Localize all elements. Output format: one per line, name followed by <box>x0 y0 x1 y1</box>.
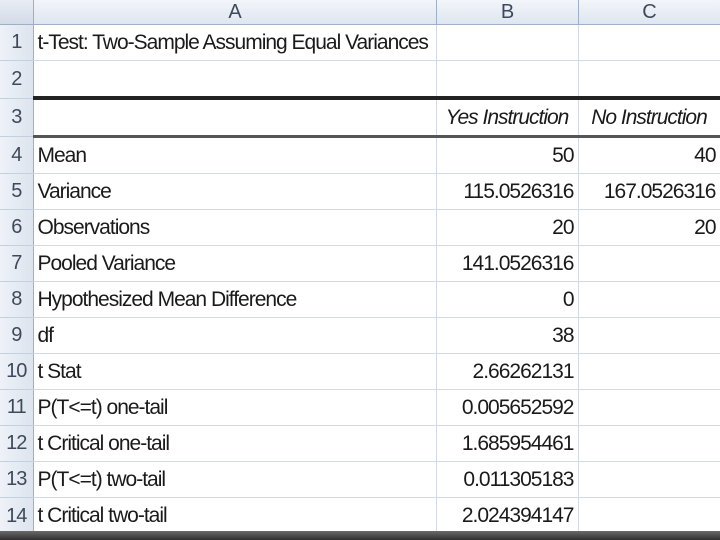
cell-b9[interactable]: 38 <box>436 317 579 354</box>
cell-b10[interactable]: 2.66262131 <box>436 353 579 390</box>
row-header[interactable]: 2 <box>0 60 34 99</box>
column-header-c[interactable]: C <box>578 0 720 25</box>
cell-c6[interactable]: 20 <box>578 209 720 246</box>
cell-a4[interactable]: Mean <box>33 136 437 174</box>
cell-b8[interactable]: 0 <box>436 281 579 318</box>
column-header-b[interactable]: B <box>436 0 579 25</box>
table-row: 7 Pooled Variance 141.0526316 <box>0 245 720 282</box>
cell-c1[interactable] <box>578 24 720 61</box>
table-row: 11 P(T<=t) one-tail 0.005652592 <box>0 389 720 426</box>
row-header[interactable]: 9 <box>0 317 34 354</box>
row-header[interactable]: 12 <box>0 425 34 462</box>
cell-a12[interactable]: t Critical one-tail <box>33 425 437 462</box>
cell-c13[interactable] <box>578 461 720 498</box>
cell-c5[interactable]: 167.0526316 <box>578 173 720 210</box>
cell-a13[interactable]: P(T<=t) two-tail <box>33 461 437 498</box>
cell-b11[interactable]: 0.005652592 <box>436 389 579 426</box>
column-header-row: A B C <box>0 0 720 25</box>
cell-grid: A B C 1 t-Test: Two-Sample Assuming Equa… <box>0 0 720 537</box>
cell-a9[interactable]: df <box>33 317 437 354</box>
row-header[interactable]: 13 <box>0 461 34 498</box>
cell-b5[interactable]: 115.0526316 <box>436 173 579 210</box>
cell-a8[interactable]: Hypothesized Mean Difference <box>33 281 437 318</box>
table-row: 12 t Critical one-tail 1.685954461 <box>0 425 720 462</box>
table-row: 9 df 38 <box>0 317 720 354</box>
row-header[interactable]: 11 <box>0 389 34 426</box>
row-header[interactable]: 8 <box>0 281 34 318</box>
cell-a11[interactable]: P(T<=t) one-tail <box>33 389 437 426</box>
cell-b4[interactable]: 50 <box>436 136 579 174</box>
cell-b7[interactable]: 141.0526316 <box>436 245 579 282</box>
cell-b13[interactable]: 0.011305183 <box>436 461 579 498</box>
cell-a1[interactable]: t-Test: Two-Sample Assuming Equal Varian… <box>33 24 437 61</box>
cell-c10[interactable] <box>578 353 720 390</box>
cell-b12[interactable]: 1.685954461 <box>436 425 579 462</box>
cell-a6[interactable]: Observations <box>33 209 437 246</box>
table-row: 13 P(T<=t) two-tail 0.011305183 <box>0 461 720 498</box>
row-header[interactable]: 6 <box>0 209 34 246</box>
cell-c4[interactable]: 40 <box>578 136 720 174</box>
row-header[interactable]: 4 <box>0 136 34 174</box>
cell-c11[interactable] <box>578 389 720 426</box>
cell-a14[interactable]: t Critical two-tail <box>33 497 437 537</box>
cell-c9[interactable] <box>578 317 720 354</box>
row-header[interactable]: 1 <box>0 24 34 61</box>
cell-c7[interactable] <box>578 245 720 282</box>
row-header[interactable]: 3 <box>0 98 34 137</box>
cell-a3[interactable] <box>33 96 437 138</box>
cell-a7[interactable]: Pooled Variance <box>33 245 437 282</box>
cell-b14[interactable]: 2.024394147 <box>436 497 579 537</box>
cell-a5[interactable]: Variance <box>33 173 437 210</box>
table-row: 10 t Stat 2.66262131 <box>0 353 720 390</box>
cell-b2[interactable] <box>436 60 579 99</box>
row-header[interactable]: 10 <box>0 353 34 390</box>
row-header[interactable]: 7 <box>0 245 34 282</box>
select-all-corner[interactable] <box>0 0 34 25</box>
cell-b6[interactable]: 20 <box>436 209 579 246</box>
cell-a10[interactable]: t Stat <box>33 353 437 390</box>
column-header-a[interactable]: A <box>33 0 437 25</box>
table-row: 4 Mean 50 40 <box>0 136 720 174</box>
spreadsheet: A B C 1 t-Test: Two-Sample Assuming Equa… <box>0 0 720 540</box>
table-row: 3 Yes Instruction No Instruction <box>0 96 720 138</box>
table-row: 1 t-Test: Two-Sample Assuming Equal Vari… <box>0 24 720 61</box>
cell-b1[interactable] <box>436 24 579 61</box>
cell-a2[interactable] <box>33 60 437 99</box>
cell-c8[interactable] <box>578 281 720 318</box>
table-row: 8 Hypothesized Mean Difference 0 <box>0 281 720 318</box>
table-row: 14 t Critical two-tail 2.024394147 <box>0 497 720 537</box>
row-header[interactable]: 5 <box>0 173 34 210</box>
table-row: 6 Observations 20 20 <box>0 209 720 246</box>
table-row: 2 <box>0 60 720 99</box>
row-header[interactable]: 14 <box>0 497 34 536</box>
cell-b3[interactable]: Yes Instruction <box>436 96 579 138</box>
cell-c14[interactable] <box>578 497 720 537</box>
cell-c3[interactable]: No Instruction <box>578 96 720 138</box>
cell-c12[interactable] <box>578 425 720 462</box>
table-row: 5 Variance 115.0526316 167.0526316 <box>0 173 720 210</box>
cell-c2[interactable] <box>578 60 720 99</box>
bottom-border-bar <box>0 531 720 540</box>
